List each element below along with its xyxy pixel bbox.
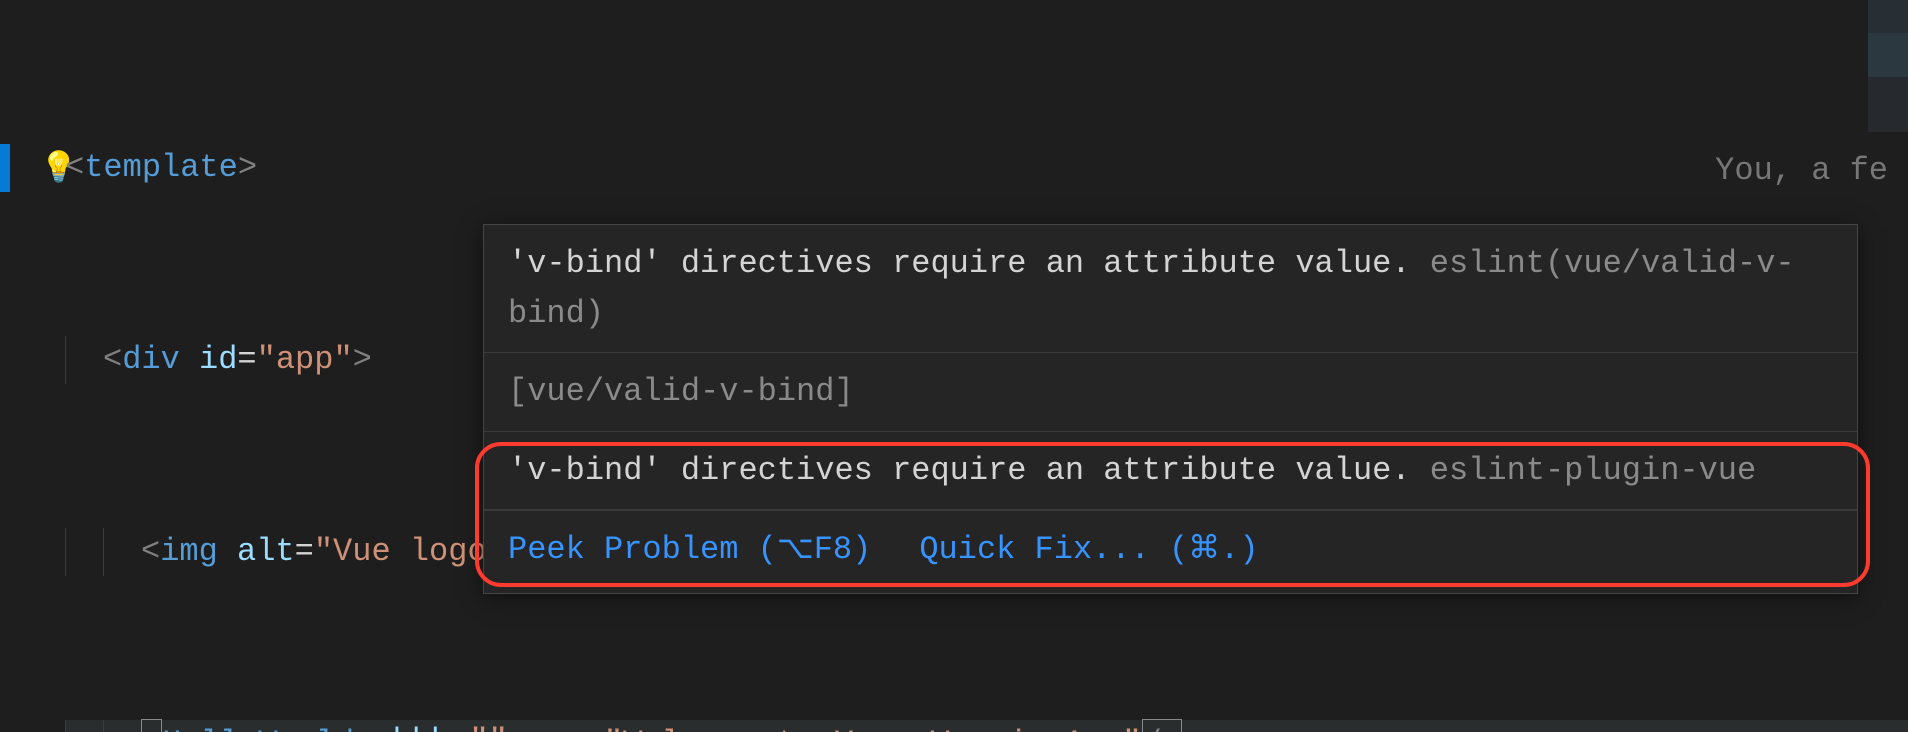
space: [180, 336, 199, 384]
hover-msg-text: 'v-bind' directives require an attribute…: [508, 452, 1411, 489]
attr-value-error[interactable]: "": [469, 718, 507, 732]
space: [508, 720, 527, 732]
attr-name: msg: [527, 720, 585, 732]
peek-problem-link[interactable]: Peek Problem (⌥F8): [508, 525, 871, 575]
tag-open-bracket: <: [141, 719, 162, 732]
git-blame-annotation: You, a fe: [1715, 152, 1888, 189]
tag-close-bracket: >: [238, 144, 257, 192]
quick-fix-link[interactable]: Quick Fix... (⌘.): [919, 525, 1258, 575]
attr-value: "app": [257, 336, 353, 384]
tag-self-close: />: [1142, 719, 1182, 732]
hover-problem-popup: 'v-bind' directives require an attribute…: [483, 224, 1858, 594]
tag-open-bracket: <: [141, 528, 160, 576]
tag-name: div: [122, 336, 180, 384]
tag-name: template: [84, 144, 238, 192]
hover-message-eslint: 'v-bind' directives require an attribute…: [484, 225, 1857, 353]
hover-rule-id: [vue/valid-v-bind]: [484, 353, 1857, 432]
equals: =: [237, 336, 256, 384]
attr-value: "Vue logo": [314, 528, 506, 576]
space: [354, 720, 373, 732]
hover-action-bar: Peek Problem (⌥F8) Quick Fix... (⌘.): [484, 510, 1857, 593]
hover-msg-text: 'v-bind' directives require an attribute…: [508, 245, 1411, 282]
equals: =: [585, 720, 604, 732]
code-line[interactable]: <template>: [65, 144, 1908, 192]
attr-value: "Welcome to Your Vue.js App": [604, 720, 1142, 732]
space: [218, 528, 237, 576]
tag-name: img: [160, 528, 218, 576]
tag-name-component: HelloWorld: [162, 720, 354, 732]
attr-name: alt: [237, 528, 295, 576]
hover-message-plugin: 'v-bind' directives require an attribute…: [484, 432, 1857, 511]
hover-rule-text: [vue/valid-v-bind]: [508, 373, 854, 410]
equals: =: [450, 718, 469, 732]
equals: =: [295, 528, 314, 576]
tag-open-bracket: <: [65, 144, 84, 192]
attr-name: id: [199, 336, 237, 384]
code-line-active[interactable]: <HelloWorld :hhh="" msg="Welcome to Your…: [65, 720, 1908, 732]
tag-open-bracket: <: [103, 336, 122, 384]
attr-name-error[interactable]: :hhh: [373, 718, 450, 732]
hover-msg-source: eslint-plugin-vue: [1411, 452, 1757, 489]
tag-close-bracket: >: [353, 336, 372, 384]
